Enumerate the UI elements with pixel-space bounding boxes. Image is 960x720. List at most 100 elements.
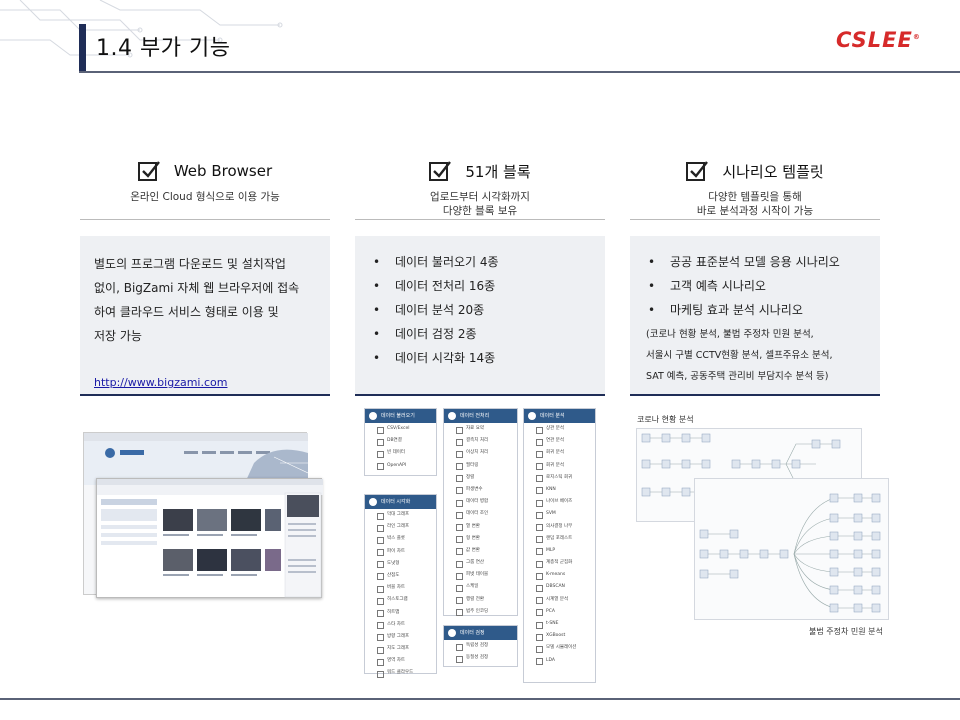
block-item[interactable]: 값 변환 [444, 545, 517, 557]
scenario-description: 공공 표준분석 모델 응용 시나리오 고객 예측 시나리오 마케팅 효과 분석 … [630, 236, 880, 396]
block-item[interactable]: 자료 요약 [444, 423, 517, 435]
header-divider [79, 71, 960, 73]
block-item[interactable]: 방향 그래프 [365, 631, 436, 643]
block-item[interactable]: 회귀 분석 [524, 460, 595, 472]
bigzami-link[interactable]: http://www.bigzami.com [94, 376, 316, 389]
feature-title: 시나리오 템플릿 [722, 162, 824, 181]
feature-divider [355, 219, 605, 220]
description-line: 저장 가능 [94, 329, 142, 343]
block-item[interactable]: 파생변수 [444, 484, 517, 496]
panel-header: 데이터 시각화 [365, 495, 436, 509]
panel-header: 데이터 분석 [524, 409, 595, 423]
block-item[interactable]: 모델 시뮬레이션 [524, 642, 595, 654]
feature-scenario-templates: 시나리오 템플릿 다양한 템플릿을 통해 바로 분석과정 시작이 가능 [630, 158, 880, 220]
feature-web-browser: Web Browser 온라인 Cloud 형식으로 이용 가능 [80, 158, 330, 220]
web-app-screenshot-front [96, 478, 323, 598]
block-item[interactable]: 영역 차트 [365, 655, 436, 667]
block-item[interactable]: 나이브 베이즈 [524, 496, 595, 508]
block-item[interactable]: 스케일 [444, 581, 517, 593]
panel-data-preprocessing: 데이터 전처리 자료 요약 결측치 처리 이상치 처리 필터링 정렬 파생변수 … [443, 408, 518, 618]
bullet-item: 데이터 불러오기 4종 [369, 250, 591, 274]
panel-data-test: 데이터 검정 독립성 검정 동질성 검정 [443, 625, 518, 667]
block-item[interactable]: CSV/Excel [365, 423, 436, 435]
feature-divider [80, 219, 330, 220]
block-item[interactable]: 회귀 분석 [524, 447, 595, 459]
block-item[interactable]: t-SNE [524, 618, 595, 630]
subtitle-line: 온라인 Cloud 형식으로 이용 가능 [130, 191, 280, 203]
block-item[interactable]: 계층적 군집화 [524, 557, 595, 569]
block-item[interactable]: 연관 분석 [524, 435, 595, 447]
block-item[interactable]: XGBoost [524, 630, 595, 642]
bullet-item: 공공 표준분석 모델 응용 시나리오 [644, 250, 866, 274]
block-item[interactable]: 결측치 처리 [444, 435, 517, 447]
block-item[interactable]: 행렬 전환 [444, 594, 517, 606]
slide-header: 1.4 부가 기능 CSLEE® [0, 0, 960, 74]
block-item[interactable]: LDA [524, 655, 595, 667]
subtitle-line: 다양한 블록 보유 [442, 205, 518, 217]
block-item[interactable]: 로지스틱 회귀 [524, 472, 595, 484]
feature-subtitle: 온라인 Cloud 형식으로 이용 가능 [80, 190, 330, 204]
block-item[interactable]: 파이 차트 [365, 546, 436, 558]
logo-text: CSLEE [836, 28, 913, 52]
block-item[interactable]: OpenAPI [365, 460, 436, 472]
block-item[interactable]: 이상치 처리 [444, 447, 517, 459]
block-item[interactable]: 형 변환 [444, 533, 517, 545]
block-item[interactable]: 도넛형 [365, 558, 436, 570]
block-item[interactable]: SVM [524, 508, 595, 520]
block-item[interactable]: 정렬 [444, 472, 517, 484]
bullet-item: 데이터 분석 20종 [369, 298, 591, 322]
feature-divider [630, 219, 880, 220]
block-item[interactable]: 지도 그래프 [365, 643, 436, 655]
panel-data-analysis: 데이터 분석 상관 분석 연관 분석 회귀 분석 회귀 분석 로지스틱 회귀 K… [523, 408, 596, 683]
block-item[interactable]: 데이터 조인 [444, 508, 517, 520]
block-item[interactable]: 빈 데이터 [365, 447, 436, 459]
block-item[interactable]: 상관 분석 [524, 423, 595, 435]
block-item[interactable]: 박스 플롯 [365, 533, 436, 545]
subtitle-line: 바로 분석과정 시작이 가능 [696, 205, 814, 217]
bullet-item: 고객 예측 시나리오 [644, 274, 866, 298]
checkbox-checked-icon [137, 161, 160, 181]
block-item[interactable]: 독립성 검정 [444, 640, 517, 652]
block-item[interactable]: DBSCAN [524, 581, 595, 593]
panel-data-visualization: 데이터 시각화 막대 그래프 라인 그래프 박스 플롯 파이 차트 도넛형 산점… [364, 494, 437, 679]
block-item[interactable]: 워드 클라우드 [365, 667, 436, 679]
panel-header: 데이터 전처리 [444, 409, 517, 423]
block-item[interactable]: 범주 인코딩 [444, 606, 517, 618]
bullet-item: 데이터 시각화 14종 [369, 346, 591, 370]
block-item[interactable]: MLP [524, 545, 595, 557]
block-item[interactable]: 산점도 [365, 570, 436, 582]
block-item[interactable]: 라인 그래프 [365, 521, 436, 533]
block-item[interactable]: 버블 차트 [365, 582, 436, 594]
block-item[interactable]: 데이터 병합 [444, 496, 517, 508]
block-item[interactable]: 스타 차트 [365, 619, 436, 631]
block-item[interactable]: 피벗 테이블 [444, 569, 517, 581]
parking-flow-diagram [694, 478, 889, 620]
block-item[interactable]: 히트맵 [365, 607, 436, 619]
bullet-item: 데이터 검정 2종 [369, 322, 591, 346]
block-item[interactable]: 동질성 검정 [444, 652, 517, 664]
block-item[interactable]: 열 변환 [444, 521, 517, 533]
feature-title: Web Browser [173, 162, 273, 180]
block-item[interactable]: K-means [524, 569, 595, 581]
block-item[interactable]: PCA [524, 606, 595, 618]
block-item[interactable]: KNN [524, 484, 595, 496]
app-gallery-image [97, 479, 323, 598]
block-item[interactable]: 막대 그래프 [365, 509, 436, 521]
block-item[interactable]: 의사결정 나무 [524, 521, 595, 533]
scenario-examples: (코로나 현황 분석, 불법 주정차 민원 분석, 서울시 구별 CCTV현황 … [644, 324, 866, 387]
panel-header: 데이터 검정 [444, 626, 517, 640]
block-item[interactable]: 그룹 연산 [444, 557, 517, 569]
bullet-item: 마케팅 효과 분석 시나리오 [644, 298, 866, 322]
panel-header: 데이터 불러오기 [365, 409, 436, 423]
note-line: SAT 예측, 공동주택 관리비 부담지수 분석 등) [646, 371, 829, 382]
logo-registered-mark: ® [912, 33, 921, 41]
bullet-item: 데이터 전처리 16종 [369, 274, 591, 298]
checkbox-checked-icon [429, 161, 452, 181]
feature-blocks: 51개 블록 업로드부터 시각화까지 다양한 블록 보유 [355, 158, 605, 220]
block-item[interactable]: 시계열 분석 [524, 594, 595, 606]
block-item[interactable]: DB연결 [365, 435, 436, 447]
page-title: 1.4 부가 기능 [96, 36, 231, 61]
block-item[interactable]: 히스토그램 [365, 594, 436, 606]
block-item[interactable]: 랜덤 포레스트 [524, 533, 595, 545]
block-item[interactable]: 필터링 [444, 460, 517, 472]
